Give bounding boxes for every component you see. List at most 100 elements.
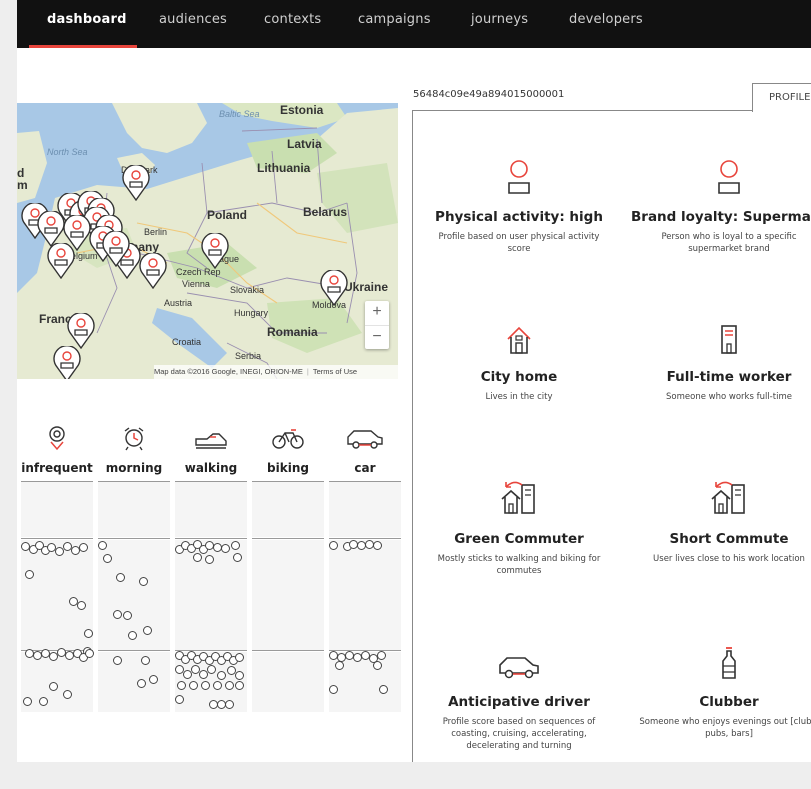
map-pin-icon[interactable] <box>201 233 229 269</box>
nav-audiences[interactable]: audiences <box>159 12 227 27</box>
data-point <box>63 690 72 699</box>
card-description: Profile score based on sequences of coas… <box>442 717 596 751</box>
data-point <box>335 661 344 670</box>
data-point <box>377 651 386 660</box>
tab-profile[interactable]: PROFILE <box>752 83 811 112</box>
app-frame: dashboard audiences contexts campaigns j… <box>17 0 811 762</box>
profile-card[interactable]: City home Lives in the city <box>421 315 617 403</box>
data-point <box>116 573 125 582</box>
mode-label-biking[interactable]: biking <box>252 461 324 475</box>
map-label-croatia: Croatia <box>172 337 202 347</box>
map-attribution: Map data ©2016 Google, INEGI, ORION-ME | T… <box>154 365 398 379</box>
car-icon <box>329 425 401 451</box>
profile-id: 56484c09e49a894015000001 <box>413 89 565 100</box>
data-point <box>177 681 186 690</box>
map-label-berlin: Berlin <box>144 227 168 237</box>
zoom-in-button[interactable]: + <box>365 301 389 325</box>
mode-label-walking[interactable]: walking <box>175 461 247 475</box>
mode-label-morning[interactable]: morning <box>98 461 170 475</box>
data-point <box>79 543 88 552</box>
data-point <box>141 656 150 665</box>
data-point <box>235 653 244 662</box>
data-point <box>175 695 184 704</box>
data-point <box>235 681 244 690</box>
nav-campaigns[interactable]: campaigns <box>358 12 431 27</box>
profile-card[interactable]: Short Commute User lives close to his wo… <box>631 477 811 565</box>
nav-contexts[interactable]: contexts <box>264 12 321 27</box>
map-view[interactable]: Baltic Sea North Sea Estonia Latvia Lith… <box>17 103 398 379</box>
mode-band <box>98 652 170 712</box>
nav-dashboard[interactable]: dashboard <box>47 12 127 27</box>
data-point <box>201 681 210 690</box>
panel-border-top <box>412 110 752 111</box>
data-point <box>225 700 234 709</box>
data-point <box>235 671 244 680</box>
profile-card[interactable]: Green Commuter Mostly sticks to walking … <box>421 477 617 577</box>
map-pin-icon[interactable] <box>139 253 167 289</box>
map-pin-icon[interactable] <box>53 346 81 379</box>
mode-band <box>98 482 170 537</box>
map-terms-link[interactable]: Terms of Use <box>313 367 357 376</box>
car-icon <box>421 640 617 680</box>
map-pin-icon[interactable] <box>102 231 130 267</box>
map-pin-icon[interactable] <box>67 313 95 349</box>
map-label-lithuania: Lithuania <box>257 161 311 175</box>
map-label-slovakia: Slovakia <box>230 285 265 295</box>
data-point <box>329 685 338 694</box>
band-divider <box>329 538 401 539</box>
map-label-latvia: Latvia <box>287 137 322 151</box>
zoom-out-button[interactable]: − <box>365 325 389 350</box>
map-attribution-text: Map data ©2016 Google, INEGI, ORION-ME <box>154 367 303 376</box>
data-point <box>85 649 94 658</box>
panel-border-left <box>412 110 413 762</box>
data-point <box>193 553 202 562</box>
map-label-serbia: Serbia <box>235 351 262 361</box>
data-point <box>139 577 148 586</box>
bicycle-icon <box>252 425 324 451</box>
shoe-icon <box>175 425 247 451</box>
commute-icon <box>631 477 811 517</box>
nav-developers[interactable]: developers <box>569 12 643 27</box>
data-point <box>23 697 32 706</box>
card-title: City home <box>480 369 558 385</box>
map-pin-icon[interactable] <box>320 270 348 306</box>
nav-journeys[interactable]: journeys <box>471 12 528 27</box>
mode-band <box>21 540 93 650</box>
profile-card[interactable]: Physical activity: high Profile based on… <box>421 155 617 255</box>
data-point <box>213 681 222 690</box>
data-point <box>233 553 242 562</box>
data-point <box>77 601 86 610</box>
band-divider <box>98 650 170 651</box>
mode-band <box>252 652 324 712</box>
map-pin-icon[interactable] <box>122 165 150 201</box>
band-divider <box>98 538 170 539</box>
nav-active-indicator <box>29 45 137 48</box>
profile-card[interactable]: Anticipative driver Profile score based … <box>421 640 617 752</box>
map-pin-icon[interactable] <box>63 215 91 251</box>
mode-label-infrequent[interactable]: infrequent <box>21 461 93 475</box>
card-title: Short Commute <box>669 531 789 547</box>
band-divider <box>175 538 247 539</box>
band-divider <box>252 650 324 651</box>
data-point <box>113 610 122 619</box>
data-point <box>98 541 107 550</box>
card-title: Full-time worker <box>666 369 792 385</box>
map-label-vienna: Vienna <box>182 279 210 289</box>
card-description: Someone who works full-time <box>666 392 792 402</box>
bottle-icon <box>631 640 811 680</box>
profile-card[interactable]: Clubber Someone who enjoys evenings out … <box>631 640 811 740</box>
mode-label-car[interactable]: car <box>329 461 401 475</box>
commute-icon <box>421 477 617 517</box>
alarm-clock-icon <box>98 425 170 451</box>
profile-card[interactable]: Full-time worker Someone who works full-… <box>631 315 811 403</box>
mode-band <box>21 482 93 537</box>
data-point <box>143 626 152 635</box>
profile-card[interactable]: Brand loyalty: Supermarket Person who is… <box>631 155 811 255</box>
card-title: Anticipative driver <box>448 694 590 710</box>
card-title: Brand loyalty: Supermarket <box>631 209 811 225</box>
map-label-belarus: Belarus <box>303 205 348 219</box>
map-label-ukraine: Ukraine <box>344 280 389 294</box>
data-point <box>128 631 137 640</box>
map-label-north-sea: North Sea <box>47 147 88 157</box>
data-point <box>149 675 158 684</box>
